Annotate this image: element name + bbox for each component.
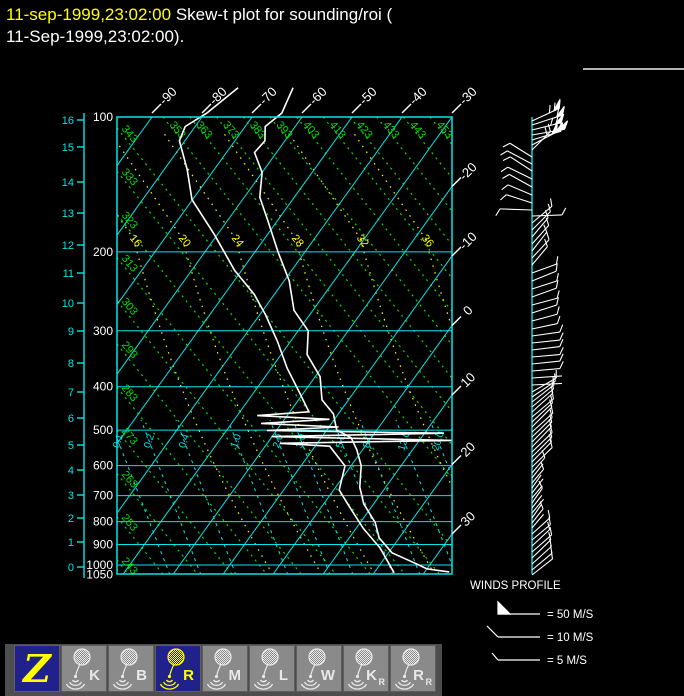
radiosonde-balloon-icon — [167, 648, 185, 666]
toolbar-button-r-r2[interactable]: RR — [390, 645, 436, 692]
toolbar-button-w[interactable]: W — [296, 645, 342, 692]
svg-text:400: 400 — [93, 380, 113, 394]
svg-text:253: 253 — [119, 512, 140, 534]
svg-text:36: 36 — [419, 233, 436, 250]
svg-text:423: 423 — [354, 119, 375, 141]
svg-text:413: 413 — [327, 119, 348, 141]
radiosonde-balloon-icon — [308, 648, 326, 666]
isotherms — [117, 117, 452, 574]
svg-text:13: 13 — [62, 208, 74, 220]
svg-text:200: 200 — [93, 245, 113, 259]
skew-t-chart: 243253263273283293303313323333343 353 363 3… — [62, 84, 594, 667]
app-window: 11-sep-1999,23:02:00 Skew-t plot for sou… — [0, 0, 684, 696]
svg-text:7: 7 — [68, 387, 74, 399]
svg-text:443: 443 — [407, 119, 428, 141]
svg-text:343: 343 — [119, 123, 140, 145]
svg-text:3: 3 — [68, 490, 74, 502]
svg-text:373: 373 — [220, 119, 241, 141]
toolbar-button-m[interactable]: M — [202, 645, 248, 692]
svg-text:1050: 1050 — [86, 567, 113, 581]
toolbar-button-b[interactable]: B — [108, 645, 154, 692]
toolbar-button-l[interactable]: L — [249, 645, 295, 692]
svg-text:-60: -60 — [306, 84, 330, 108]
svg-text:313: 313 — [119, 253, 140, 275]
winds-legend: = 50 M/S = 10 M/S = 5 M/S — [486, 600, 594, 667]
svg-text:9: 9 — [68, 326, 74, 338]
height-axis: 012345678910111213141516 — [62, 113, 85, 578]
svg-text:353: 353 — [167, 119, 188, 141]
dry-adiabats — [117, 117, 452, 574]
svg-text:303: 303 — [119, 296, 140, 318]
svg-text:16: 16 — [62, 115, 74, 127]
svg-text:0.2: 0.2 — [142, 433, 157, 450]
svg-text:32: 32 — [354, 233, 371, 250]
svg-text:-80: -80 — [206, 84, 230, 108]
svg-text:800: 800 — [93, 515, 113, 529]
isobars — [117, 117, 452, 574]
svg-text:6: 6 — [68, 413, 74, 425]
winds-profile: WINDS PROFILE = 50 M/S = 10 M/S = 5 M/S — [470, 99, 594, 667]
winds-profile-title: WINDS PROFILE — [470, 580, 561, 592]
top-temperature-axis: -90 -80 -70 -60 -50 -40 -30 — [151, 84, 480, 114]
svg-text:0: 0 — [68, 562, 74, 574]
svg-text:10: 10 — [62, 298, 74, 310]
radiosonde-balloon-icon — [355, 648, 373, 666]
svg-text:363: 363 — [194, 119, 215, 141]
svg-text:0.4: 0.4 — [177, 433, 192, 450]
svg-text:16: 16 — [127, 233, 144, 250]
temperature-trace — [253, 87, 450, 573]
svg-text:3.0: 3.0 — [294, 433, 309, 450]
svg-text:14: 14 — [62, 177, 74, 189]
winds-legend-label: = 5 M/S — [547, 655, 587, 667]
radiosonde-balloon-icon — [120, 648, 138, 666]
svg-text:1.0: 1.0 — [229, 433, 244, 450]
radiosonde-balloon-icon — [214, 648, 232, 666]
svg-text:-30: -30 — [456, 84, 480, 108]
svg-text:24: 24 — [229, 233, 246, 250]
svg-text:100: 100 — [93, 110, 113, 124]
winds-legend-label: = 50 M/S — [547, 609, 594, 621]
toolbar-button-k[interactable]: K — [61, 645, 107, 692]
svg-text:700: 700 — [93, 489, 113, 503]
dry-adiabat-labels: 243253263273283293303313323333343 353 363 3… — [119, 119, 455, 577]
svg-text:263: 263 — [119, 469, 140, 491]
svg-text:4: 4 — [68, 465, 74, 477]
toolbar: Z K B R M L W K R R R — [5, 644, 442, 696]
plot-border — [116, 116, 453, 575]
moist-adiabat-labels: 16 20 24 28 32 36 — [127, 233, 436, 250]
svg-text:-70: -70 — [256, 84, 280, 108]
winds-legend-label: = 10 M/S — [547, 632, 594, 644]
svg-text:293: 293 — [119, 339, 140, 361]
svg-text:-50: -50 — [356, 84, 380, 108]
svg-text:403: 403 — [300, 119, 321, 141]
svg-text:8: 8 — [68, 358, 74, 370]
svg-text:900: 900 — [93, 538, 113, 552]
radiosonde-balloon-icon — [261, 648, 279, 666]
svg-text:300: 300 — [93, 324, 113, 338]
svg-text:28: 28 — [289, 233, 306, 250]
svg-text:-90: -90 — [156, 84, 180, 108]
toolbar-button-r[interactable]: R — [155, 645, 201, 692]
right-temperature-axis: -20-100102030 — [451, 159, 480, 535]
svg-text:5: 5 — [68, 440, 74, 452]
toolbar-button-k-r2[interactable]: KR — [343, 645, 389, 692]
svg-text:283: 283 — [119, 382, 140, 404]
radiosonde-balloon-icon — [73, 648, 91, 666]
svg-text:0: 0 — [460, 302, 476, 318]
toolbar-button-z[interactable]: Z — [14, 645, 60, 692]
svg-text:12: 12 — [62, 240, 74, 252]
svg-text:1: 1 — [68, 537, 74, 549]
radiosonde-balloon-icon — [402, 648, 420, 666]
svg-text:-40: -40 — [406, 84, 430, 108]
svg-text:11: 11 — [63, 268, 74, 280]
pressure-axis-labels: 10020030040050060070080090010001050 — [86, 110, 113, 581]
svg-text:600: 600 — [93, 459, 113, 473]
svg-text:500: 500 — [93, 423, 113, 437]
svg-text:333: 333 — [119, 166, 140, 188]
svg-text:15: 15 — [62, 142, 74, 154]
svg-text:393: 393 — [274, 119, 295, 141]
z-logo-icon: Z — [23, 646, 51, 691]
svg-text:2: 2 — [68, 513, 74, 525]
